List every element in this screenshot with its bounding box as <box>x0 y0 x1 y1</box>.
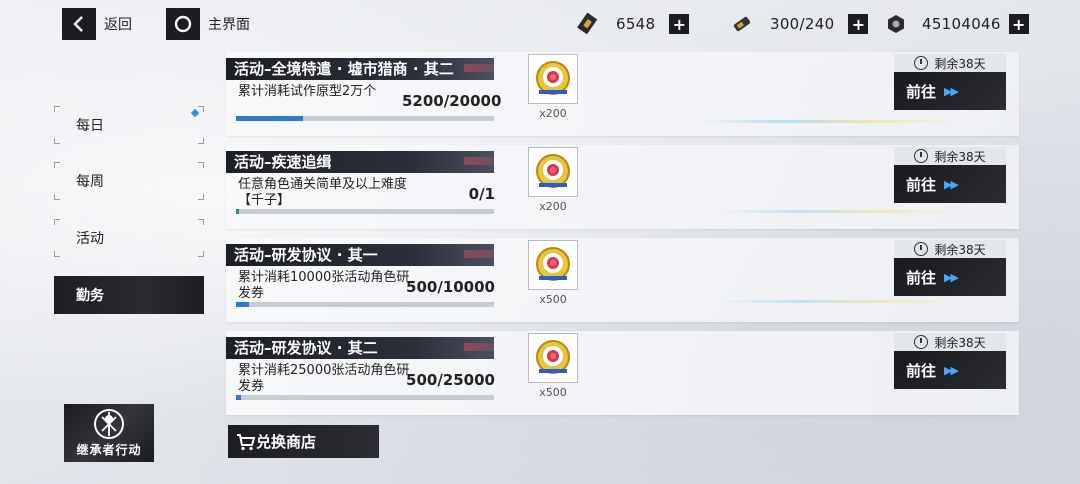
progress-bar <box>236 116 494 121</box>
sidebar-item-weekly[interactable]: 每周 <box>54 162 204 200</box>
sidebar-item-label: 活动 <box>76 231 104 247</box>
progress-bar <box>236 395 494 400</box>
task-description: 累计消耗10000张活动角色研发券 <box>238 270 410 301</box>
reward-count: x500 <box>539 293 567 306</box>
goto-label: 前往 <box>906 268 937 287</box>
resource-ticket: 6548 + <box>576 10 690 38</box>
reward-item[interactable] <box>528 240 578 290</box>
task-description: 任意角色通关简单及以上难度【千子】 <box>238 177 408 208</box>
clock-icon <box>914 335 929 349</box>
reward-item[interactable] <box>528 54 578 104</box>
task-card: 活动–研发协议 · 其二 累计消耗25000张活动角色研发券 500/25000… <box>226 331 1019 415</box>
sidebar-item-label: 勤务 <box>76 288 104 304</box>
emblem-icon <box>94 409 124 439</box>
double-arrow-icon: ▶▶ <box>944 270 959 284</box>
rose-badge-icon <box>536 154 570 188</box>
remaining-label: 剩余38天 <box>934 149 986 164</box>
nut-value: 45104046 <box>922 15 1001 33</box>
goto-button[interactable]: 前往 ▶▶ <box>894 351 1006 389</box>
reward-item[interactable] <box>528 333 578 383</box>
clock-icon <box>914 56 929 70</box>
remaining-time: 剩余38天 <box>894 147 1006 165</box>
back-label: 返回 <box>104 17 132 33</box>
task-progress-text: 5200/20000 <box>402 92 502 110</box>
progress-bar-fill <box>236 209 239 214</box>
sidebar-item-label: 每周 <box>76 174 104 190</box>
ticket-value: 6548 <box>616 15 656 33</box>
task-title: 活动–研发协议 · 其二 <box>226 337 494 359</box>
reward-item[interactable] <box>528 147 578 197</box>
progress-bar-fill <box>236 116 304 121</box>
clock-icon <box>914 242 929 256</box>
task-progress-text: 500/25000 <box>406 371 495 389</box>
task-description: 累计消耗25000张活动角色研发券 <box>238 363 410 394</box>
nut-icon <box>884 12 908 36</box>
remaining-time: 剩余38天 <box>894 54 1006 72</box>
home-label: 主界面 <box>208 17 250 33</box>
game-logo[interactable]: 继承者行动 <box>64 404 154 462</box>
goto-button[interactable]: 前往 ▶▶ <box>894 258 1006 296</box>
task-card: 活动–全境特遣 · 墟市猎商 · 其二 累计消耗试作原型2万个 5200/200… <box>226 52 1019 136</box>
task-card: 活动–疾速追缉 任意角色通关简单及以上难度【千子】 0/1 x200 剩余38天… <box>226 145 1019 229</box>
exchange-shop-button[interactable]: 兑换商店 <box>228 425 379 458</box>
goto-label: 前往 <box>906 175 937 194</box>
rose-badge-icon <box>536 61 570 95</box>
sidebar-item-duty[interactable]: 勤务 <box>54 276 204 314</box>
shop-label: 兑换商店 <box>256 433 317 451</box>
ticket-icon <box>576 12 600 36</box>
logo-text: 继承者行动 <box>76 443 142 457</box>
progress-bar-fill <box>236 302 249 307</box>
reward-count: x200 <box>539 107 567 120</box>
double-arrow-icon: ▶▶ <box>944 363 959 377</box>
double-arrow-icon: ▶▶ <box>944 177 959 191</box>
home-button[interactable]: 主界面 <box>166 8 250 40</box>
sidebar-item-daily[interactable]: 每日 <box>54 106 204 144</box>
add-ticket-button[interactable]: + <box>669 14 690 34</box>
task-progress-text: 500/10000 <box>406 278 495 296</box>
sidebar-item-label: 每日 <box>76 118 104 134</box>
remaining-label: 剩余38天 <box>934 335 986 350</box>
remaining-label: 剩余38天 <box>934 56 986 71</box>
goto-label: 前往 <box>906 361 937 380</box>
cart-icon <box>237 433 256 450</box>
task-title: 活动–全境特遣 · 墟市猎商 · 其二 <box>226 58 494 80</box>
back-button[interactable]: 返回 <box>62 8 132 40</box>
chevron-left-icon <box>62 8 96 40</box>
task-description: 累计消耗试作原型2万个 <box>238 84 377 99</box>
remaining-time: 剩余38天 <box>894 240 1006 258</box>
progress-bar <box>236 302 494 307</box>
task-title: 活动–疾速追缉 <box>226 151 494 173</box>
goto-button[interactable]: 前往 ▶▶ <box>894 72 1006 110</box>
goto-label: 前往 <box>906 82 937 101</box>
double-arrow-icon: ▶▶ <box>944 84 959 98</box>
goto-button[interactable]: 前往 ▶▶ <box>894 165 1006 203</box>
remaining-label: 剩余38天 <box>934 242 986 257</box>
task-card: 活动–研发协议 · 其一 累计消耗10000张活动角色研发券 500/10000… <box>226 238 1019 322</box>
battery-value: 300/240 <box>770 15 835 33</box>
progress-bar <box>236 209 494 214</box>
sidebar-item-event[interactable]: 活动 <box>54 219 204 257</box>
remaining-time: 剩余38天 <box>894 333 1006 351</box>
battery-icon <box>730 12 754 36</box>
reward-count: x500 <box>539 386 567 399</box>
reward-count: x200 <box>539 200 567 213</box>
home-circle-icon <box>166 8 200 40</box>
resource-nut: 45104046 + <box>884 10 1029 38</box>
add-battery-button[interactable]: + <box>848 14 869 34</box>
resource-battery: 300/240 + <box>730 10 869 38</box>
progress-bar-fill <box>236 395 242 400</box>
task-title: 活动–研发协议 · 其一 <box>226 244 494 266</box>
rose-badge-icon <box>536 247 570 281</box>
clock-icon <box>914 149 929 163</box>
rose-badge-icon <box>536 340 570 374</box>
task-progress-text: 0/1 <box>468 185 495 203</box>
add-nut-button[interactable]: + <box>1008 14 1029 34</box>
